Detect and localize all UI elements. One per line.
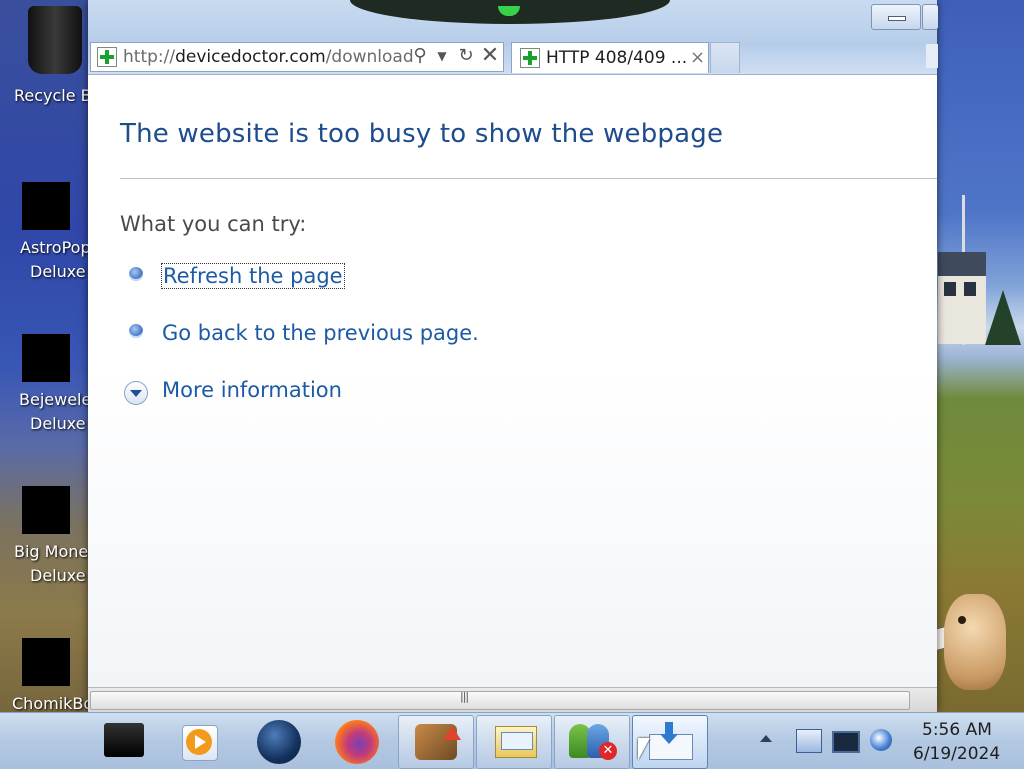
taskbar-messenger[interactable]: ✕	[554, 715, 630, 769]
play-icon	[195, 735, 206, 749]
clock-time[interactable]: 5:56 AM	[922, 720, 992, 740]
refresh-page-link[interactable]: Refresh the page	[161, 263, 345, 289]
hamster-eye	[958, 616, 966, 624]
lighthouse-window	[964, 282, 976, 296]
horizontal-scrollbar[interactable]: |||	[88, 687, 937, 713]
bullet-icon	[129, 324, 143, 338]
taskbar-file-manager[interactable]	[88, 715, 162, 767]
drive-icon	[104, 723, 144, 757]
desktop-icon-recycle-bin[interactable]: Recycle Bin	[0, 0, 106, 112]
mouse-cursor-icon	[638, 738, 650, 760]
page-title: The website is too busy to show the webp…	[120, 119, 724, 149]
try-heading: What you can try:	[120, 212, 307, 236]
monitor-icon[interactable]	[832, 731, 860, 753]
bullet-icon	[129, 267, 143, 281]
taskbar-firefox[interactable]	[320, 715, 394, 767]
scrollbar-grip-icon: |||	[460, 690, 469, 703]
chevron-down-icon[interactable]: ▼	[431, 45, 453, 67]
desktop-icon-big-money[interactable]: Big Money Deluxe	[0, 474, 98, 594]
error-x-icon: ✕	[599, 742, 617, 760]
more-information-link[interactable]: More information	[162, 378, 342, 402]
expand-chevron-icon[interactable]	[124, 381, 148, 405]
astropop-icon	[22, 182, 70, 230]
envelope-icon	[501, 732, 533, 750]
desktop-icon-bejeweled[interactable]: Bejeweled Deluxe	[0, 322, 101, 442]
tab-title: HTTP 408/409 ...	[546, 48, 688, 68]
taskbar: ✕ 5:56 AM 6/19/2024	[0, 712, 1024, 769]
close-icon[interactable]: ×	[690, 47, 705, 68]
big-money-icon	[22, 486, 70, 534]
firefox-icon	[335, 720, 379, 764]
refresh-icon[interactable]: ↻	[455, 45, 477, 67]
scrollbar-thumb[interactable]	[90, 691, 910, 710]
chomikbox-icon	[22, 638, 70, 686]
browser-window[interactable]: http://devicedoctor.com/download ⚲ ▼ ↻ ✕…	[88, 0, 938, 713]
browser-title-bar[interactable]: http://devicedoctor.com/download ⚲ ▼ ↻ ✕…	[88, 0, 938, 75]
taskbar-chomikbox[interactable]	[398, 715, 474, 769]
minimize-button[interactable]	[871, 4, 921, 30]
divider	[120, 178, 937, 179]
go-back-link[interactable]: Go back to the previous page.	[162, 321, 479, 345]
lighthouse-roof	[938, 252, 986, 276]
taskbar-globe[interactable]	[242, 715, 316, 767]
desktop-icon-chomikbox[interactable]: ChomikBox	[0, 616, 102, 713]
page-content: The website is too busy to show the webp…	[88, 75, 937, 687]
url-scheme: http://	[123, 47, 176, 67]
home-icon[interactable]	[926, 44, 938, 68]
hamster-mascot[interactable]	[944, 594, 1006, 690]
bejeweled-icon	[22, 334, 70, 382]
lighthouse-window	[944, 282, 956, 296]
upload-arrow-icon	[443, 726, 461, 740]
show-hidden-icons-chevron[interactable]	[760, 735, 772, 742]
clock-date[interactable]: 6/19/2024	[913, 744, 1000, 764]
url-path: /download	[325, 47, 414, 67]
stop-icon[interactable]: ✕	[479, 45, 501, 67]
address-bar[interactable]: http://devicedoctor.com/download ⚲ ▼ ↻ ✕	[90, 42, 504, 72]
globe-icon	[257, 720, 301, 764]
keyboard-language-icon[interactable]	[796, 729, 822, 753]
new-tab-button[interactable]	[710, 42, 740, 73]
pine-tree	[985, 290, 1021, 345]
tab-plus-icon	[520, 48, 540, 68]
site-plus-icon	[97, 47, 117, 67]
search-icon[interactable]: ⚲	[409, 45, 431, 67]
tab-current[interactable]: HTTP 408/409 ... ×	[511, 42, 709, 73]
taskbar-media-player[interactable]	[162, 715, 236, 767]
download-arrow-icon	[660, 734, 678, 744]
maximize-button[interactable]	[922, 4, 938, 30]
address-url[interactable]: http://devicedoctor.com/download	[123, 47, 414, 67]
desktop-icon-astropop[interactable]: AstroPop Deluxe	[0, 170, 91, 290]
taskbar-mail-window[interactable]	[476, 715, 552, 769]
url-host: devicedoctor.com	[175, 47, 326, 67]
recycle-bin-icon	[28, 6, 82, 74]
network-icon[interactable]	[870, 729, 892, 751]
